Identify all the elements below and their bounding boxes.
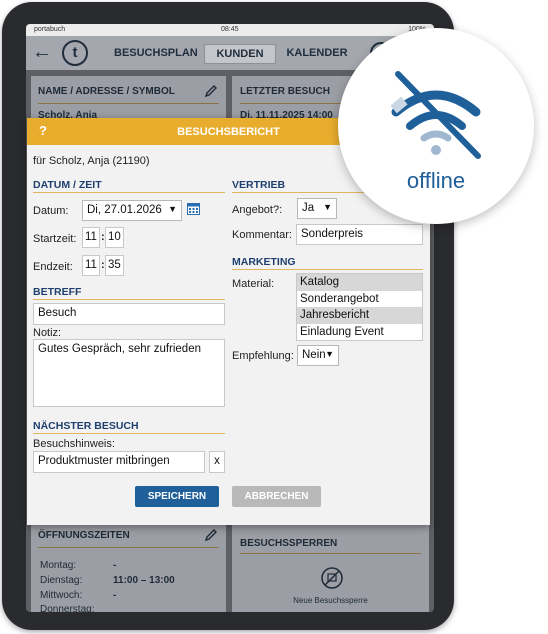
visit-hint-label: Besuchshinweis: xyxy=(33,438,115,450)
chevron-down-icon: ▼ xyxy=(323,202,332,212)
opening-hours-panel: ÖFFNUNGSZEITEN Montag: - Dienstag: 11:00… xyxy=(31,520,226,612)
wifi-off-icon xyxy=(390,71,481,159)
recommendation-select[interactable]: Nein ▼ xyxy=(297,345,339,366)
comment-label: Kommentar: xyxy=(232,229,292,241)
date-value: Di, 27.01.2026 xyxy=(87,204,162,216)
offer-select[interactable]: Ja ▼ xyxy=(297,198,337,219)
start-time-label: Startzeit: xyxy=(33,233,77,245)
visit-blocks-panel: BESUCHSSPERREN Neue Besuchssperre xyxy=(232,520,429,612)
tab-kunden[interactable]: KUNDEN xyxy=(204,44,276,64)
calendar-icon[interactable] xyxy=(187,203,200,215)
status-bar: portabuch 08:45 100% xyxy=(26,24,434,36)
hours-day-thursday: Donnerstag: xyxy=(40,604,95,612)
section-heading-subject: BETREFF xyxy=(33,286,82,298)
panel-title-last-visit: LETZTER BESUCH xyxy=(240,86,330,97)
recommendation-label: Empfehlung: xyxy=(232,350,294,362)
date-label: Datum: xyxy=(33,205,69,217)
end-time-label: Endzeit: xyxy=(33,261,73,273)
chevron-down-icon: ▼ xyxy=(168,204,177,214)
chevron-down-icon: ▼ xyxy=(325,349,334,359)
panel-divider xyxy=(38,547,219,548)
section-divider xyxy=(33,192,225,193)
list-item-einladung-event[interactable]: Einladung Event xyxy=(297,324,422,341)
panel-title-hours: ÖFFNUNGSZEITEN xyxy=(38,530,130,541)
visit-hint-input[interactable]: Produktmuster mitbringen xyxy=(33,451,205,473)
hours-day-monday: Montag: xyxy=(40,560,77,571)
list-item-jahresbericht[interactable]: Jahresbericht xyxy=(297,307,422,324)
panel-title-blocks: BESUCHSSPERREN xyxy=(240,538,338,549)
cancel-button[interactable]: ABBRECHEN xyxy=(232,486,321,507)
list-item-katalog[interactable]: Katalog xyxy=(297,274,422,291)
clock: 08:45 xyxy=(221,26,239,33)
edit-pencil-icon[interactable] xyxy=(204,84,218,98)
recommendation-value: Nein xyxy=(302,349,326,361)
subject-input[interactable]: Besuch xyxy=(33,303,225,325)
section-heading-next-visit: NÄCHSTER BESUCH xyxy=(33,420,139,432)
section-divider xyxy=(33,433,225,434)
date-select[interactable]: Di, 27.01.2026 ▼ xyxy=(82,200,182,221)
offline-label: offline xyxy=(406,168,466,193)
back-arrow-icon[interactable]: ← xyxy=(32,41,52,63)
hours-day-wednesday: Mittwoch: xyxy=(40,590,83,601)
end-hour-input[interactable]: 11 xyxy=(82,255,100,276)
block-calendar-icon[interactable] xyxy=(320,566,344,590)
material-label: Material: xyxy=(232,278,275,290)
offer-value: Ja xyxy=(302,202,315,214)
offer-label: Angebot?: xyxy=(232,204,283,216)
section-heading-sales: VERTRIEB xyxy=(232,179,286,191)
hours-time-wednesday: - xyxy=(113,590,117,601)
customer-reference: für Scholz, Anja (21190) xyxy=(33,155,150,167)
clear-hint-button[interactable]: x xyxy=(209,451,225,473)
tab-kalender[interactable]: KALENDER xyxy=(284,44,350,62)
section-divider xyxy=(33,299,225,300)
material-listbox[interactable]: Katalog Sonderangebot Jahresbericht Einl… xyxy=(296,273,423,341)
comment-input[interactable]: Sonderpreis xyxy=(296,224,423,245)
start-hour-input[interactable]: 11 xyxy=(82,227,100,248)
section-heading-datetime: DATUM / ZEIT xyxy=(33,179,102,191)
tab-besuchsplan[interactable]: BESUCHSPLAN xyxy=(114,44,198,62)
note-label: Notiz: xyxy=(33,327,62,339)
start-minute-input[interactable]: 10 xyxy=(105,227,124,248)
end-minute-input[interactable]: 35 xyxy=(105,255,124,276)
section-heading-marketing: MARKETING xyxy=(232,256,296,268)
panel-divider xyxy=(240,553,421,554)
section-divider xyxy=(232,269,423,270)
hours-day-tuesday: Dienstag: xyxy=(40,575,83,586)
list-item-sonderangebot[interactable]: Sonderangebot xyxy=(297,291,422,308)
panel-title-name: NAME / ADRESSE / SYMBOL xyxy=(38,86,175,97)
edit-pencil-icon[interactable] xyxy=(204,528,218,542)
app-logo: t xyxy=(62,40,88,66)
hours-time-tuesday: 11:00 – 13:00 xyxy=(113,575,175,586)
new-block-link[interactable]: Neue Besuchssperre xyxy=(232,596,429,605)
carrier-label: portabuch xyxy=(34,26,66,33)
save-button[interactable]: SPEICHERN xyxy=(135,486,219,507)
hours-time-monday: - xyxy=(113,560,117,571)
note-textarea[interactable]: Gutes Gespräch, sehr zufrieden xyxy=(33,339,225,407)
offline-badge: offline xyxy=(338,28,534,224)
panel-divider xyxy=(38,103,219,104)
